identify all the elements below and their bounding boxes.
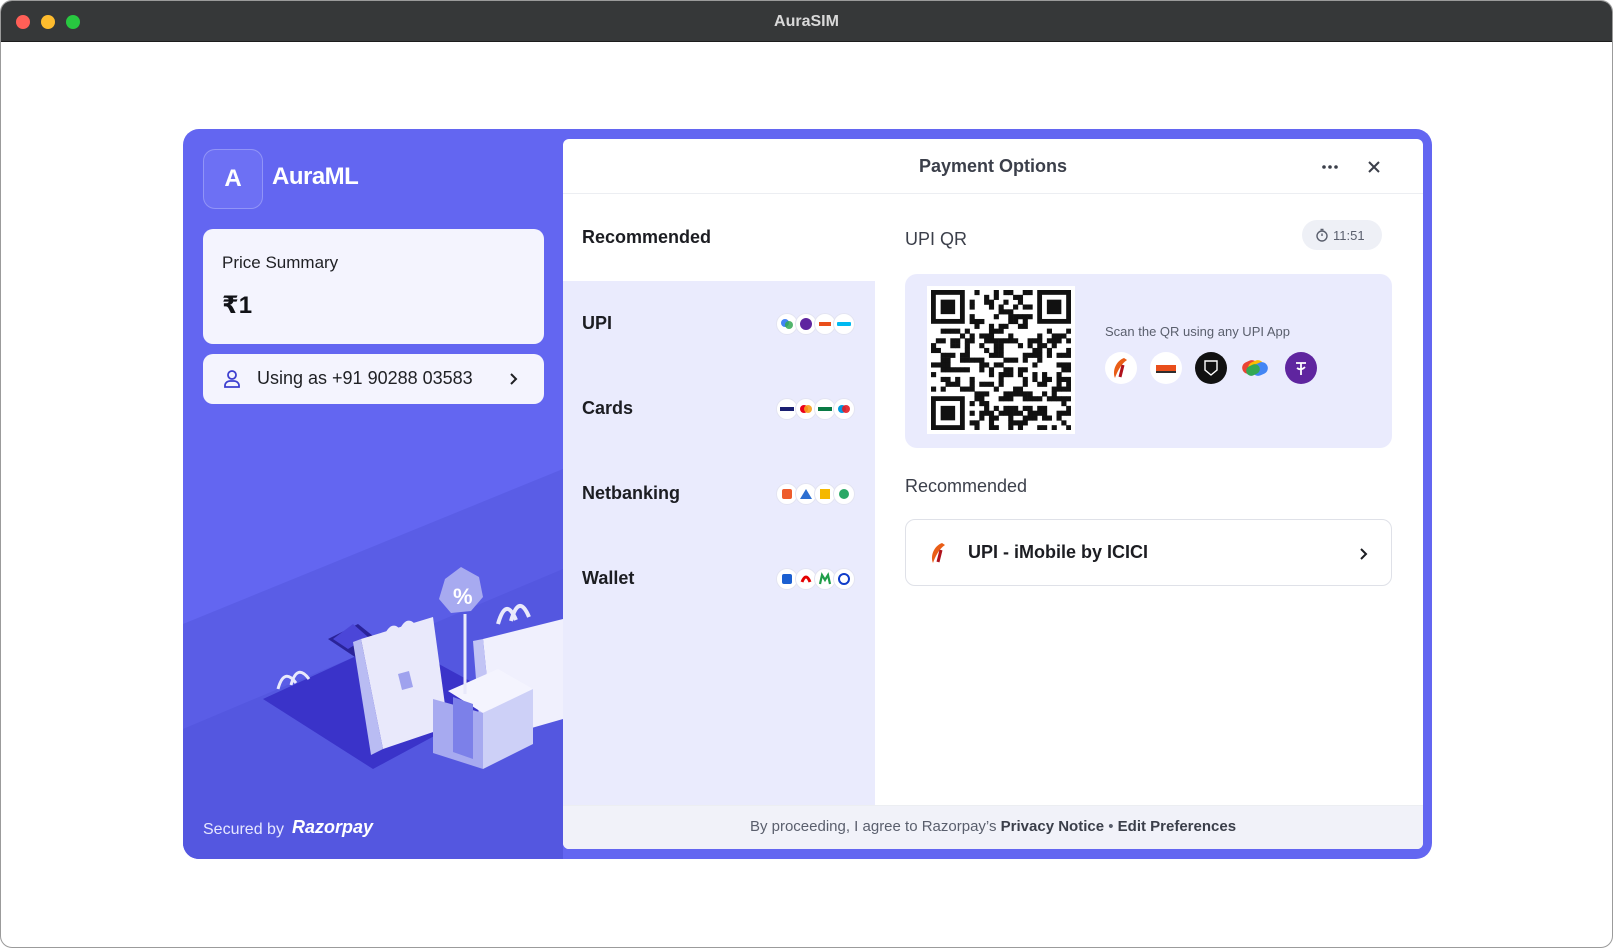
- method-wallet[interactable]: Wallet: [563, 536, 875, 623]
- merchant-panel: % A AuraML Price Summary ₹1 Using as +91…: [183, 129, 563, 859]
- price-amount: ₹1: [222, 292, 253, 319]
- upi-app-icons: [1105, 352, 1330, 384]
- maestro-icon: [833, 398, 855, 420]
- payment-options-title: Payment Options: [918, 156, 1068, 176]
- method-label: Netbanking: [582, 483, 681, 503]
- jiomoney-icon: [833, 568, 855, 590]
- app-window: AuraSIM % A AuraML Price Summary ₹1 Usin…: [0, 0, 1613, 948]
- google-pay-icon: [1240, 352, 1272, 384]
- privacy-notice-link[interactable]: Privacy Notice: [1001, 818, 1104, 835]
- chevron-right-icon: [1360, 548, 1368, 560]
- method-icons: [776, 568, 855, 590]
- method-label: Wallet: [582, 568, 635, 588]
- recommended-title: Recommended: [905, 476, 1028, 496]
- method-cards[interactable]: Cards: [563, 366, 875, 453]
- price-summary-label: Price Summary: [222, 253, 339, 272]
- bhim-icon: [1150, 352, 1182, 384]
- merchant-name: AuraML: [272, 163, 359, 190]
- edit-preferences-link[interactable]: Edit Preferences: [1118, 818, 1236, 835]
- checkout-modal: % A AuraML Price Summary ₹1 Using as +91…: [183, 129, 1432, 859]
- razorpay-logo: Razorpay: [292, 817, 373, 838]
- methods-title: Recommended: [582, 227, 712, 247]
- merchant-logo: A: [203, 149, 263, 209]
- paytm-icon: [833, 313, 855, 335]
- chevron-right-icon: [510, 373, 518, 385]
- qr-code[interactable]: [927, 286, 1075, 434]
- more-options-icon[interactable]: [1319, 156, 1341, 178]
- title-bar: AuraSIM: [1, 1, 1612, 42]
- bank-green-icon: [833, 483, 855, 505]
- cred-icon: [1195, 352, 1227, 384]
- imobile-icici-icon: [932, 543, 945, 563]
- imobile-icici-icon: [1105, 352, 1137, 384]
- price-summary-card[interactable]: Price Summary ₹1: [203, 229, 544, 344]
- scan-instruction: Scan the QR using any UPI App: [1105, 324, 1290, 339]
- method-label: Cards: [582, 398, 634, 418]
- qr-code-image: [931, 290, 1072, 431]
- merchant-initial: A: [224, 165, 242, 192]
- shopping-illustration: %: [263, 567, 563, 769]
- contact-text: Using as +91 90288 03583: [257, 368, 473, 388]
- qr-card: Scan the QR using any UPI App: [905, 274, 1392, 448]
- method-icons: [776, 483, 855, 505]
- stopwatch-icon: [1316, 228, 1328, 242]
- window-title: AuraSIM: [774, 13, 839, 30]
- contact-details-button[interactable]: Using as +91 90288 03583: [203, 354, 544, 404]
- payment-methods: Recommended UPI Cards Netbanking Wallet: [563, 195, 875, 805]
- method-upi[interactable]: UPI: [563, 281, 875, 368]
- user-icon: [224, 370, 240, 388]
- upi-detail: UPI QR 11:51 Scan the QR using any UPI A…: [875, 195, 1423, 805]
- qr-timer: 11:51: [1302, 220, 1382, 250]
- razorpay-brand: Razorpay: [292, 817, 374, 837]
- consent-footer: By proceeding, I agree to Razorpay’s Pri…: [563, 805, 1423, 849]
- method-icons: [776, 398, 855, 420]
- payment-header: Payment Options: [563, 139, 1423, 194]
- method-icons: [776, 313, 855, 335]
- svg-text:%: %: [453, 584, 473, 609]
- payment-panel: Payment Options Recommended UPI Cards Ne…: [563, 139, 1423, 849]
- method-label: UPI: [582, 313, 613, 333]
- recommended-upi-imobile[interactable]: UPI - iMobile by ICICI: [905, 519, 1392, 586]
- upi-qr-title: UPI QR: [905, 229, 968, 249]
- footer-separator: •: [1108, 818, 1114, 835]
- phonepe-icon: [1285, 352, 1317, 384]
- method-netbanking[interactable]: Netbanking: [563, 451, 875, 538]
- secured-by-label: Secured by: [203, 821, 284, 838]
- timer-value: 11:51: [1333, 227, 1365, 243]
- methods-list: UPI Cards Netbanking Wallet: [563, 281, 875, 805]
- consent-text: By proceeding, I agree to Razorpay’s: [749, 818, 997, 835]
- close-icon[interactable]: [1363, 156, 1385, 178]
- recommended-item-label: UPI - iMobile by ICICI: [968, 542, 1149, 562]
